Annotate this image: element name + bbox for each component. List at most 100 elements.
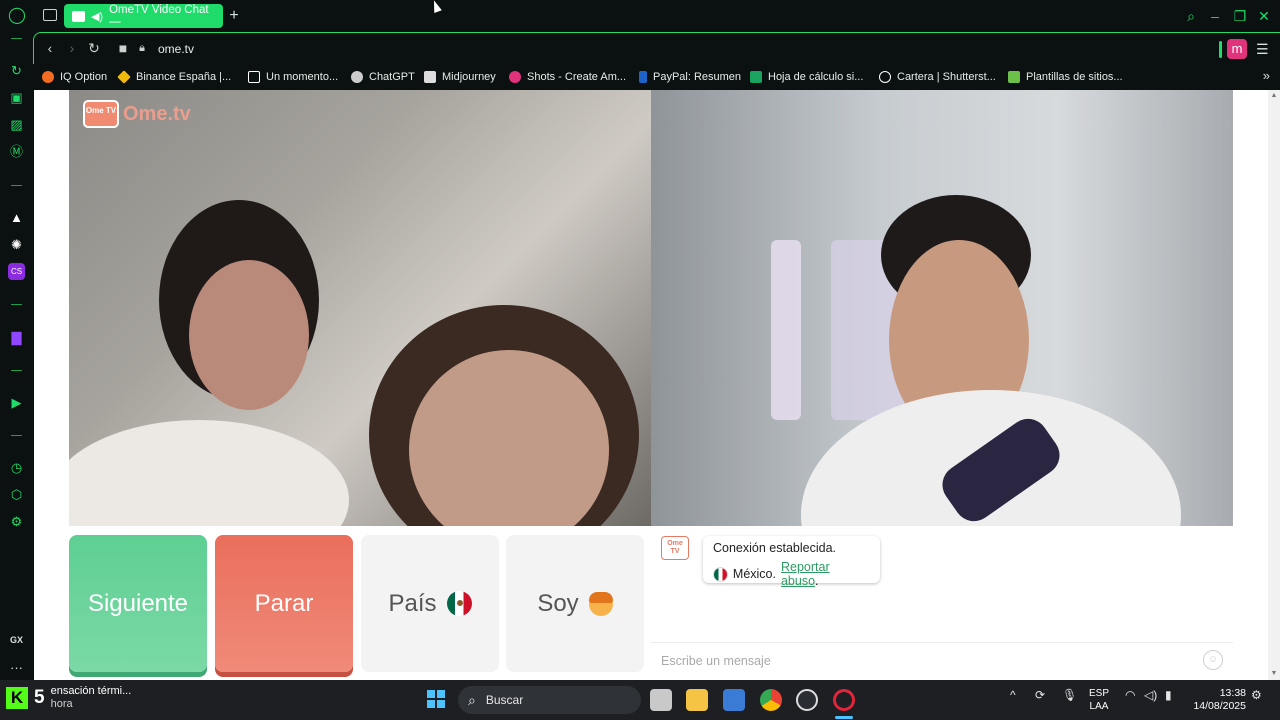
chrome-icon[interactable] [760, 689, 782, 711]
bookmark-label: PayPal: Resumen [653, 71, 742, 83]
midjourney-icon [424, 71, 436, 83]
bookmark-label: Hoja de cálculo si... [768, 71, 864, 83]
search-label: Buscar [485, 693, 524, 707]
ometv-logo[interactable]: Ome TV Ome.tv [83, 100, 191, 128]
emoji-icon[interactable]: ☺ [1203, 650, 1223, 670]
accent-bar [1219, 41, 1222, 58]
gx-corner-icon[interactable]: ▨ [8, 116, 25, 133]
binance-icon [117, 70, 131, 84]
bookmark-label: Un momento... [266, 71, 339, 83]
lock-icon[interactable]: 🔒︎ [134, 40, 150, 56]
messenger-icon[interactable]: Ⓜ [8, 143, 25, 160]
speaker-icon[interactable]: ◀) [91, 10, 103, 23]
bookmark-item[interactable]: Midjourney [424, 69, 496, 85]
weather-title: ensación térmi... [50, 685, 132, 697]
file-explorer-icon[interactable] [686, 689, 708, 711]
settings-icon[interactable]: ⚙ [8, 513, 25, 530]
wifi-icon[interactable]: ◠ [1125, 688, 1135, 702]
history-icon[interactable]: ↻ [8, 62, 25, 79]
language-indicator[interactable]: ESP LAA [1089, 687, 1109, 713]
bookmark-label: Shots - Create Am... [527, 71, 627, 83]
tab-bar: ◀) OmeTV Video Chat — + ⌕ – ❐ ✕ [33, 0, 1280, 32]
profile-avatar[interactable]: m [1227, 39, 1247, 59]
store-icon[interactable] [723, 689, 745, 711]
tray-overflow-icon[interactable]: ^ [1010, 688, 1016, 702]
restore-button[interactable]: ❐ [1232, 8, 1248, 24]
bookmark-item[interactable]: Hoja de cálculo si... [750, 69, 863, 85]
tab-title: OmeTV Video Chat — [109, 4, 209, 28]
next-button[interactable]: Siguiente [69, 535, 207, 672]
bookmark-item[interactable]: ChatGPT [351, 69, 415, 85]
opera-gx-logo-icon[interactable]: ◯ [8, 7, 26, 24]
search-tabs-icon[interactable]: ⌕ [1183, 8, 1199, 24]
start-button[interactable] [427, 690, 445, 708]
country-button[interactable]: País [361, 535, 499, 672]
back-button[interactable]: ‹ [42, 40, 58, 56]
chatgpt-icon [351, 71, 363, 83]
gx-label[interactable]: GX [8, 632, 25, 649]
battery-icon[interactable]: ▮ [1165, 688, 1172, 702]
volume-icon[interactable]: ◁) [1144, 688, 1157, 702]
gender-button[interactable]: Soy [506, 535, 644, 672]
camera-icon[interactable]: ■ [115, 40, 131, 56]
notifications-icon[interactable]: ⚙ [1251, 688, 1262, 702]
bag-icon[interactable]: ▣ [8, 89, 25, 106]
player-icon[interactable]: ▶ [8, 394, 25, 411]
minimize-button[interactable]: – [1207, 8, 1223, 24]
bookmark-item[interactable]: Plantillas de sitios... [1008, 69, 1123, 85]
cs-icon[interactable]: CS [8, 263, 25, 280]
system-clock[interactable]: 13:38 14/08/2025 [1188, 687, 1246, 713]
message-composer: ☺ [651, 642, 1233, 680]
connection-status: Conexión establecida. [713, 541, 836, 555]
clock-icon[interactable]: ◷ [8, 459, 25, 476]
bookmark-item[interactable]: Un momento... [248, 69, 338, 85]
message-input[interactable] [661, 652, 1181, 670]
extensions-icon[interactable]: ⬡ [8, 486, 25, 503]
tab-ometv[interactable]: ◀) OmeTV Video Chat — [64, 4, 223, 28]
bookmarks-overflow-icon[interactable]: » [1263, 68, 1270, 83]
opera-gx-app-icon[interactable] [833, 689, 855, 711]
microphone-icon[interactable]: 🎙︎ [1062, 688, 1077, 702]
more-icon[interactable]: ··· [8, 659, 25, 676]
chatgpt-app-icon[interactable] [796, 689, 818, 711]
template-icon [1008, 71, 1020, 83]
keyboard-layout: LAA [1089, 701, 1109, 712]
windows-taskbar: K 5 ensación térmi... hora ⌕ Buscar ^ ⟳ … [0, 680, 1280, 720]
url-field[interactable]: ome.tv [158, 42, 194, 56]
task-view-icon[interactable] [650, 689, 672, 711]
arc-icon[interactable]: ▲ [8, 209, 25, 226]
easy-setup-icon[interactable]: ☰ [1256, 41, 1270, 57]
reload-button[interactable]: ↻ [86, 40, 102, 56]
bookmark-item[interactable]: Cartera | Shutterst... [879, 69, 996, 85]
bookmark-item[interactable]: PayPal: Resumen [639, 69, 741, 85]
forward-button[interactable]: › [64, 40, 80, 56]
bookmark-item[interactable]: Binance España |... [117, 69, 231, 85]
country-label: País [388, 589, 437, 617]
ometv-favicon-icon [72, 10, 85, 22]
twitch-icon[interactable]: ▇ [8, 329, 25, 346]
sidebar-divider [11, 304, 22, 305]
sidebar-divider [11, 185, 22, 186]
page-scrollbar[interactable]: ▲ ▼ [1268, 90, 1280, 680]
scroll-up-icon[interactable]: ▲ [1270, 92, 1278, 100]
sidebar-divider [11, 38, 22, 39]
tab-island-icon[interactable] [43, 9, 57, 21]
bookmark-item[interactable]: IQ Option [42, 69, 107, 85]
new-tab-button[interactable]: + [225, 7, 243, 25]
address-bar: ‹ › ↻ ■ 🔒︎ ome.tv m ☰ [33, 32, 1280, 64]
ometv-page: Ome TV Ome.tv Siguiente Parar País Soy O… [34, 90, 1268, 680]
report-abuse-link[interactable]: Reportar abuso [781, 560, 830, 588]
ometv-chat-logo-icon: Ome TV [661, 536, 689, 560]
stop-button[interactable]: Parar [215, 535, 353, 672]
close-button[interactable]: ✕ [1256, 8, 1272, 24]
taskbar-search[interactable]: ⌕ Buscar [458, 686, 641, 714]
chatgpt-icon[interactable]: ✺ [8, 236, 25, 253]
bookmark-item[interactable]: Shots - Create Am... [509, 69, 626, 85]
paypal-icon [639, 71, 647, 83]
scroll-down-icon[interactable]: ▼ [1270, 670, 1278, 678]
active-app-indicator [835, 716, 853, 719]
sync-icon[interactable]: ⟳ [1035, 688, 1045, 702]
chat-panel: Ome TV Conexión establecida. México. Rep… [651, 526, 1233, 680]
video-window-blind [771, 240, 801, 420]
widgets-button[interactable]: K 5 ensación térmi... hora [6, 685, 131, 711]
